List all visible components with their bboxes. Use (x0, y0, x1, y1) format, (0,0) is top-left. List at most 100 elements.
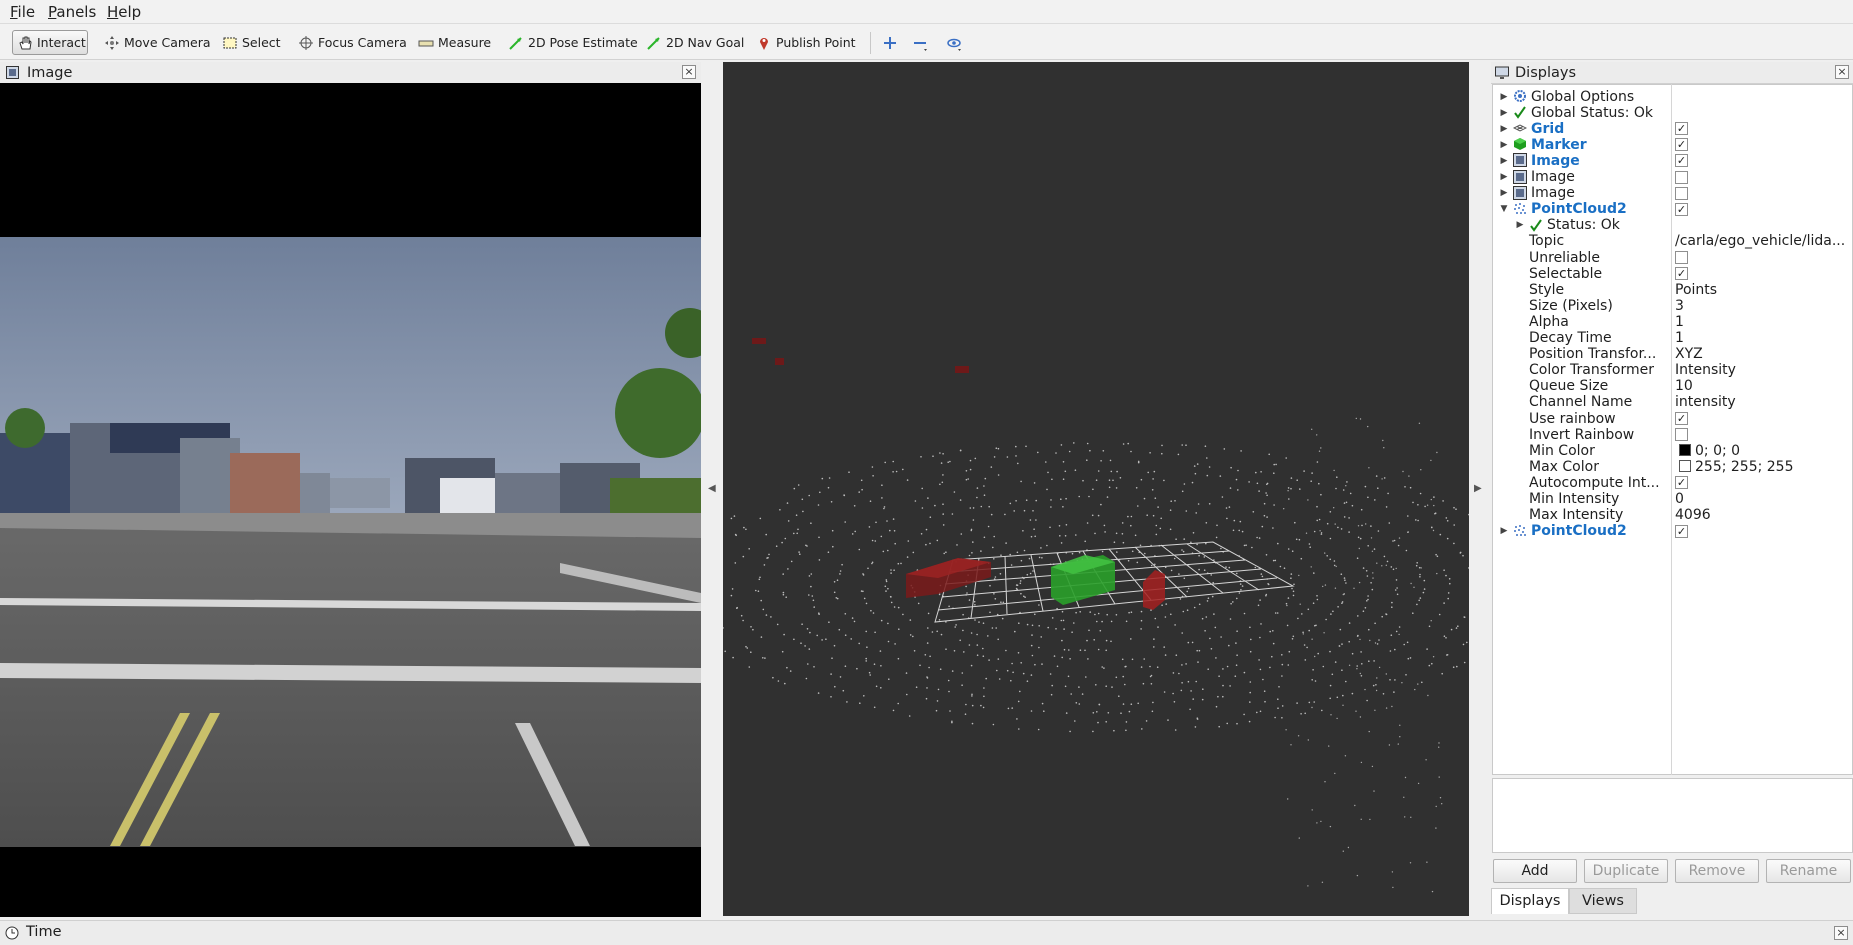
tool-2d-nav-goal[interactable]: 2D Nav Goal (642, 30, 748, 55)
3d-render-view[interactable] (723, 62, 1469, 916)
tree-row-checkbox[interactable] (1675, 186, 1688, 200)
focus-camera-icon (298, 35, 314, 51)
tree-row-value[interactable]: 0; 0; 0 (1679, 443, 1740, 459)
distant-red-marker (775, 358, 784, 365)
image-icon (1513, 185, 1527, 200)
menu-file[interactable]: File (10, 3, 35, 21)
tool-focus-camera[interactable]: Focus Camera (294, 30, 411, 55)
tab-displays[interactable]: Displays (1491, 888, 1569, 914)
tree-row[interactable]: ▶ PointCloud2 ✓ (1493, 522, 1852, 541)
tree-row-label: Image (1531, 169, 1575, 185)
tool-2d-pose-estimate-label: 2D Pose Estimate (528, 35, 638, 50)
tool-move-camera[interactable]: Move Camera (100, 30, 215, 55)
tree-row-checkbox[interactable]: ✓ (1675, 476, 1688, 490)
camera-image (0, 237, 701, 847)
tool-select-label: Select (242, 35, 281, 50)
tree-row-value[interactable]: Intensity (1675, 362, 1736, 378)
add-tool-button[interactable] (878, 30, 906, 55)
expand-arrow-icon[interactable]: ▶ (1515, 220, 1525, 230)
clock-icon (5, 926, 19, 940)
tree-row-value[interactable]: 255; 255; 255 (1679, 459, 1794, 475)
tree-row-checkbox[interactable]: ✓ (1675, 202, 1688, 216)
left-splitter[interactable]: ◀ (703, 62, 721, 916)
plus-icon (882, 35, 898, 51)
displays-tree: ▶ Global Options ▶ Global Status: Ok ▶ Grid ✓ ▶… (1492, 84, 1853, 775)
distant-red-marker (752, 338, 766, 344)
tree-row-checkbox[interactable]: ✓ (1675, 524, 1688, 538)
tree-row-label: Max Color (1529, 458, 1599, 475)
tree-row-checkbox[interactable] (1675, 251, 1688, 264)
tree-row-value-text: 3 (1675, 297, 1684, 314)
tree-row-checkbox[interactable]: ✓ (1675, 154, 1688, 168)
tree-row-value[interactable]: 10 (1675, 378, 1693, 394)
tree-row-value[interactable]: Points (1675, 282, 1717, 298)
expand-arrow-icon[interactable]: ▶ (1499, 188, 1509, 198)
tree-row-value[interactable]: 4096 (1675, 507, 1711, 523)
eye-icon (946, 35, 962, 51)
tool-2d-pose-estimate[interactable]: 2D Pose Estimate (504, 30, 642, 55)
hand-icon (17, 35, 33, 51)
expand-arrow-icon[interactable]: ▶ (1499, 140, 1509, 150)
tree-row-label: PointCloud2 (1531, 523, 1627, 540)
remove-display-button[interactable]: Remove (1675, 859, 1759, 883)
tree-row-value[interactable]: 1 (1675, 314, 1684, 330)
tree-row-checkbox[interactable] (1675, 428, 1688, 442)
tree-row-label: Image (1531, 152, 1580, 169)
monitor-icon (1495, 66, 1509, 80)
tree-row-value-text: 4096 (1675, 507, 1711, 524)
menu-panels[interactable]: Panels (48, 3, 96, 21)
tree-row-checkbox[interactable] (1675, 170, 1688, 184)
tree-row-label: Autocompute Int... (1529, 474, 1660, 491)
expand-arrow-icon[interactable]: ▶ (1499, 156, 1509, 166)
remove-tool-button[interactable] (908, 30, 936, 55)
tree-row-checkbox[interactable]: ✓ (1675, 122, 1688, 136)
property-description-box (1492, 778, 1853, 853)
lidar-points (723, 417, 1469, 893)
tree-row-checkbox[interactable]: ✓ (1675, 412, 1688, 425)
tree-row-checkbox[interactable]: ✓ (1675, 138, 1688, 152)
move-camera-icon (104, 35, 120, 51)
tree-row-label: Min Intensity (1529, 491, 1620, 507)
tree-row-value-text: XYZ (1675, 346, 1703, 363)
displays-panel-close-button[interactable]: × (1835, 65, 1849, 79)
right-splitter[interactable]: ▶ (1469, 62, 1487, 916)
expand-arrow-icon[interactable]: ▶ (1499, 92, 1509, 102)
expand-arrow-icon[interactable]: ▶ (1499, 108, 1509, 118)
tree-row-value[interactable]: /carla/ego_vehicle/lida... (1675, 233, 1845, 249)
menu-help[interactable]: Help (107, 3, 141, 21)
tool-measure[interactable]: Measure (414, 30, 495, 55)
collapse-arrow-icon[interactable]: ▼ (1499, 204, 1509, 214)
tree-row-value-text: 255; 255; 255 (1695, 458, 1794, 475)
nav-arrow-icon (646, 35, 662, 51)
pose-arrow-icon (508, 35, 524, 51)
gear-icon (1513, 89, 1527, 103)
tree-row-value[interactable]: XYZ (1675, 346, 1703, 362)
expand-arrow-icon[interactable]: ▶ (1499, 526, 1509, 536)
duplicate-display-button[interactable]: Duplicate (1584, 859, 1668, 883)
tool-properties-button[interactable] (942, 30, 970, 55)
check-icon (1513, 105, 1527, 119)
tree-row-value[interactable]: 1 (1675, 330, 1684, 346)
tool-publish-point[interactable]: Publish Point (752, 30, 860, 55)
expand-arrow-icon[interactable]: ▶ (1499, 124, 1509, 134)
add-display-button[interactable]: Add (1493, 859, 1577, 883)
tree-row-label: Decay Time (1529, 330, 1612, 346)
tree-row-value[interactable]: intensity (1675, 394, 1736, 410)
expand-arrow-icon[interactable]: ▶ (1499, 172, 1509, 182)
time-panel-titlebar: Time × (0, 920, 1853, 945)
tree-row-label: Style (1529, 281, 1565, 298)
tree-row-value[interactable]: 0 (1675, 491, 1684, 507)
tree-row-label: Alpha (1529, 313, 1569, 330)
tool-interact-label: Interact (37, 35, 86, 50)
tool-select[interactable]: Select (218, 30, 285, 55)
image-panel-close-button[interactable]: × (682, 65, 696, 79)
tree-column-separator[interactable] (1671, 84, 1672, 775)
time-panel-close-button[interactable]: × (1834, 926, 1848, 940)
tree-row-value[interactable]: 3 (1675, 298, 1684, 314)
rename-display-button[interactable]: Rename (1766, 859, 1851, 883)
tree-row-checkbox[interactable]: ✓ (1675, 267, 1688, 281)
tab-views[interactable]: Views (1569, 888, 1637, 914)
tool-interact[interactable]: Interact (12, 30, 88, 55)
tree-row-value-text: Points (1675, 281, 1718, 298)
image-icon (1513, 153, 1527, 168)
